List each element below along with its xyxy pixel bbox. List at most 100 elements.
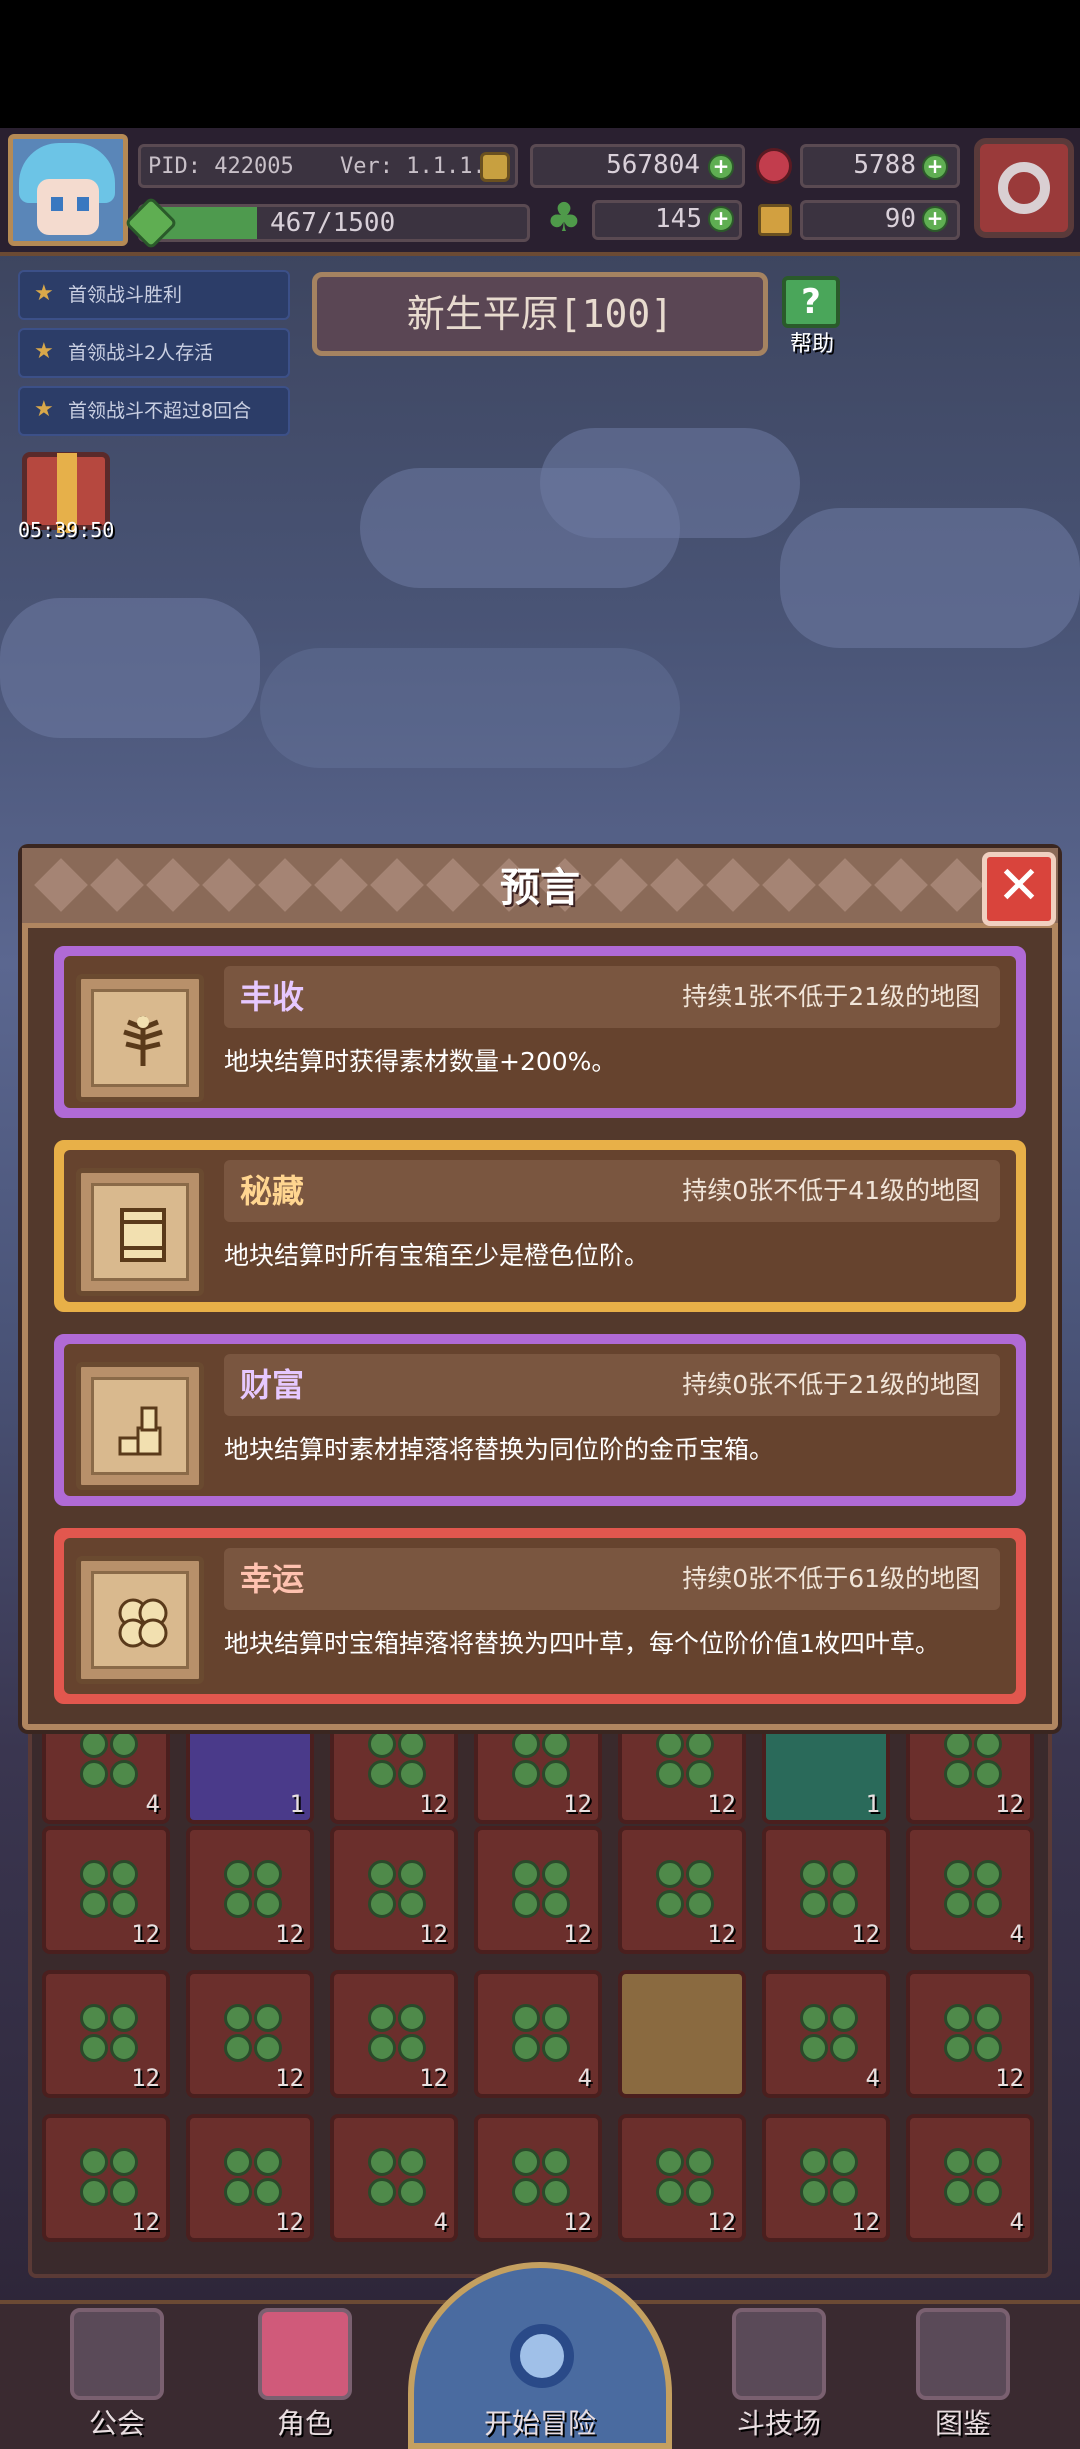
gear-icon — [998, 162, 1050, 214]
four-leaf-clover-icon — [118, 1598, 168, 1648]
close-button[interactable]: ✕ — [982, 852, 1056, 926]
item-count: 12 — [131, 2064, 160, 2092]
inventory-cell[interactable]: 4 — [906, 2114, 1034, 2242]
nav-arena-label: 斗技场 — [736, 2407, 821, 2440]
clover-icon — [368, 1730, 428, 1790]
clover-icon — [224, 1860, 284, 1920]
inventory-cell[interactable]: 4 — [906, 1826, 1034, 1954]
inventory-cell[interactable]: 12 — [186, 1970, 314, 2098]
item-count: 12 — [131, 2208, 160, 2236]
nav-character-label: 角色 — [276, 2407, 333, 2440]
inventory-cell[interactable] — [618, 1970, 746, 2098]
clover-icon — [512, 1730, 572, 1790]
card-description: 地块结算时获得素材数量+200%。 — [224, 1047, 617, 1076]
prophecy-card-harvest[interactable]: 丰收 持续1张不低于21级的地图 地块结算时获得素材数量+200%。 — [54, 946, 1026, 1118]
stage-title: 新生平原[100] — [406, 292, 674, 336]
scroll-icon — [120, 1208, 166, 1262]
inventory-cell[interactable]: 12 — [330, 1826, 458, 1954]
inventory-cell[interactable]: 12 — [618, 1826, 746, 1954]
inventory-cell[interactable]: 12 — [42, 2114, 170, 2242]
card-name: 幸运 — [240, 1560, 305, 1598]
clover-icon — [944, 2148, 1004, 2208]
exp-value: 467/1500 — [270, 208, 396, 238]
gem-icon — [756, 148, 792, 184]
task-item[interactable]: ★ 首领战斗2人存活 — [18, 328, 290, 378]
guild-icon — [70, 2308, 164, 2400]
item-count: 1 — [865, 1790, 880, 1818]
item-count: 12 — [419, 1920, 448, 1948]
inventory-cell[interactable]: 12 — [906, 1970, 1034, 2098]
item-count: 12 — [995, 1790, 1024, 1818]
card-name: 丰收 — [240, 978, 305, 1016]
prophecy-card-wealth[interactable]: 财富 持续0张不低于21级的地图 地块结算时素材掉落将替换为同位阶的金币宝箱。 — [54, 1334, 1026, 1506]
item-count: 12 — [563, 1790, 592, 1818]
key-amount: 90 — [884, 204, 916, 234]
prophecy-card-hidden-treasure[interactable]: 秘藏 持续0张不低于41级的地图 地块结算时所有宝箱至少是橙色位阶。 — [54, 1140, 1026, 1312]
settings-button[interactable] — [974, 138, 1074, 238]
item-count: 12 — [707, 2208, 736, 2236]
inventory-cell[interactable]: 12 — [474, 1826, 602, 1954]
inventory-cell[interactable]: 4 — [474, 1970, 602, 2098]
gold-amount: 567804 — [606, 150, 700, 180]
clover-icon — [80, 1730, 140, 1790]
inventory-cell[interactable]: 12 — [762, 2114, 890, 2242]
inventory-cell[interactable]: 4 — [330, 2114, 458, 2242]
item-count: 4 — [865, 2064, 880, 2092]
inventory-cell[interactable]: 12 — [42, 1970, 170, 2098]
clover-amount: 145 — [655, 204, 702, 234]
clover-icon — [368, 2148, 428, 2208]
item-count: 4 — [1009, 2208, 1024, 2236]
clover-icon — [800, 2004, 860, 2064]
player-id: PID: 422005 — [148, 154, 294, 179]
prophecy-card-luck[interactable]: 幸运 持续0张不低于61级的地图 地块结算时宝箱掉落将替换为四叶草，每个位阶价值… — [54, 1528, 1026, 1704]
item-count: 4 — [577, 2064, 592, 2092]
nav-codex-label: 图鉴 — [934, 2407, 991, 2440]
card-name: 秘藏 — [240, 1172, 305, 1210]
clover-icon — [656, 2148, 716, 2208]
clover-icon — [368, 1860, 428, 1920]
add-gem-icon[interactable]: + — [922, 154, 948, 180]
inventory-cell[interactable]: 12 — [330, 1970, 458, 2098]
card-description: 地块结算时素材掉落将替换为同位阶的金币宝箱。 — [224, 1435, 775, 1464]
magnifier-icon — [510, 2324, 574, 2388]
inventory-cell[interactable]: 12 — [186, 1826, 314, 1954]
key-icon — [758, 204, 792, 236]
clover-icon — [512, 1860, 572, 1920]
item-count: 12 — [275, 2064, 304, 2092]
inventory-cell[interactable]: 12 — [186, 2114, 314, 2242]
item-count: 12 — [995, 2064, 1024, 2092]
inventory-cell[interactable]: 4 — [762, 1970, 890, 2098]
item-count: 4 — [1009, 1920, 1024, 1948]
card-condition: 持续0张不低于21级的地图 — [682, 1370, 980, 1399]
add-gold-icon[interactable]: + — [708, 154, 734, 180]
task-item[interactable]: ★ 首领战斗胜利 — [18, 270, 290, 320]
task-label: 首领战斗胜利 — [68, 284, 183, 306]
close-icon: ✕ — [997, 856, 1041, 916]
add-clover-icon[interactable]: + — [708, 206, 734, 232]
task-label: 首领战斗2人存活 — [68, 342, 214, 364]
clover-icon — [656, 1860, 716, 1920]
coin-stack-icon — [118, 1406, 162, 1456]
codex-icon — [916, 2308, 1010, 2400]
inventory-cell[interactable]: 12 — [618, 2114, 746, 2242]
task-item[interactable]: ★ 首领战斗不超过8回合 — [18, 386, 290, 436]
card-condition: 持续0张不低于61级的地图 — [682, 1564, 980, 1593]
clover-icon — [800, 1860, 860, 1920]
inventory-cell[interactable]: 12 — [762, 1826, 890, 1954]
crossed-swords-icon — [732, 2308, 826, 2400]
nav-guild-label: 公会 — [88, 2407, 145, 2440]
coin-icon — [480, 152, 510, 182]
modal-title: 预言 — [500, 865, 580, 911]
wheat-icon — [123, 1016, 163, 1066]
inventory-cell[interactable]: 12 — [474, 2114, 602, 2242]
item-count: 12 — [419, 2064, 448, 2092]
item-count: 4 — [433, 2208, 448, 2236]
clover-icon — [944, 2004, 1004, 2064]
item-count: 12 — [851, 1920, 880, 1948]
player-avatar[interactable] — [8, 134, 128, 246]
clover-icon — [944, 1860, 1004, 1920]
help-label: 帮助 — [789, 332, 834, 357]
add-key-icon[interactable]: + — [922, 206, 948, 232]
inventory-cell[interactable]: 12 — [42, 1826, 170, 1954]
star-icon: ★ — [34, 339, 54, 364]
